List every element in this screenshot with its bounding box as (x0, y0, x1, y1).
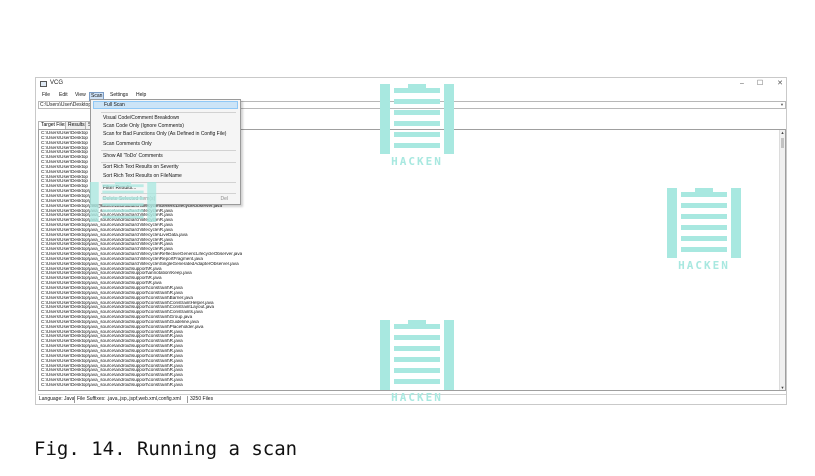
watermark-logo: HACKEN (378, 320, 456, 406)
menu-separator (101, 112, 236, 113)
watermark-bar (102, 196, 144, 200)
watermark-icon (380, 320, 454, 390)
watermark-bar (394, 99, 440, 104)
menu-item-scan-bad-functions[interactable]: Scan for Bad Functions Only (As Defined … (93, 130, 238, 138)
watermark-bar (408, 84, 426, 88)
scrollbar-thumb[interactable] (781, 138, 784, 148)
watermark-bar (102, 209, 144, 213)
watermark-logo: HACKEN (665, 188, 743, 274)
watermark-icon (380, 84, 454, 154)
status-suffixes: File Suffixes: .java,.jsp,.jspf,web.xml,… (77, 396, 181, 402)
watermark-bar (380, 84, 390, 154)
watermark-bar (394, 132, 440, 137)
scroll-down-icon[interactable]: ▼ (780, 385, 785, 390)
maximize-icon[interactable]: ☐ (754, 79, 766, 89)
status-divider (74, 396, 75, 403)
watermark-text: HACKEN (678, 259, 730, 272)
close-icon[interactable]: ✕ (774, 79, 786, 89)
watermark-text: HACKEN (391, 155, 443, 168)
watermark-bar (102, 203, 144, 206)
menu-item-visual-breakdown[interactable]: Visual Code/Comment Breakdown (93, 114, 238, 122)
menu-settings[interactable]: Settings (109, 92, 129, 99)
window-title: VCG (50, 80, 64, 86)
scroll-up-icon[interactable]: ▲ (780, 130, 785, 135)
watermark-bar (394, 335, 440, 340)
watermark-bar (380, 320, 390, 390)
watermark-bar (114, 182, 132, 185)
watermark-bar (394, 346, 440, 351)
watermark-bar (681, 247, 727, 252)
watermark-bar (394, 368, 440, 373)
watermark-bar (147, 182, 157, 222)
menu-file[interactable]: File (41, 92, 51, 99)
menu-item-shortcut: Del (220, 196, 228, 202)
watermark-bar (394, 88, 440, 93)
watermark-bar (667, 188, 677, 258)
menu-item-scan-code-only[interactable]: Scan Code Only (Ignore Comments) (93, 122, 238, 130)
watermark-bar (394, 143, 440, 148)
menu-edit[interactable]: Edit (58, 92, 69, 99)
watermark-bar (681, 203, 727, 208)
watermark-bar (681, 236, 727, 241)
menu-item-show-todo[interactable]: Show All 'ToDo' Comments (93, 152, 238, 160)
watermark-icon (667, 188, 741, 258)
watermark-bar (394, 357, 440, 362)
scrollbar[interactable]: ▲ ▼ (779, 130, 785, 390)
watermark-bar (394, 379, 440, 384)
watermark-bar (444, 320, 454, 390)
watermark-bar (695, 188, 713, 192)
app-icon (40, 81, 47, 87)
menu-item-scan-comments-only[interactable]: Scan Comments Only (93, 140, 238, 148)
watermark-bar (394, 110, 440, 115)
menu-item-full-scan[interactable]: Full Scan (93, 101, 238, 109)
status-language: Language: Java (39, 396, 75, 402)
watermark-text: HACKEN (391, 391, 443, 404)
menu-view[interactable]: View (74, 92, 87, 99)
watermark-icon (89, 182, 157, 222)
file-list-row[interactable]: C:\Users\User\Desktop\java_source\androi… (41, 383, 242, 388)
target-path-value: C:\Users\User\Desktop\ja (40, 102, 97, 108)
watermark-bar (408, 320, 426, 324)
watermark-bar (444, 84, 454, 154)
watermark-logo (88, 182, 158, 222)
minimize-icon[interactable]: – (736, 79, 748, 89)
menu-separator (101, 150, 236, 151)
figure-caption: Fig. 14. Running a scan (34, 438, 298, 460)
watermark-bar (102, 215, 144, 219)
watermark-bar (731, 188, 741, 258)
watermark-bar (681, 214, 727, 219)
watermark-bar (89, 182, 99, 222)
watermark-bar (681, 192, 727, 197)
menu-item-sort-filename[interactable]: Sort Rich Text Results on FileName (93, 172, 238, 180)
watermark-logo: HACKEN (378, 84, 456, 170)
watermark-bar (102, 190, 144, 194)
watermark-bar (102, 184, 144, 188)
status-divider (187, 396, 188, 403)
watermark-bar (394, 324, 440, 329)
chevron-down-icon[interactable]: ▼ (780, 102, 784, 108)
menu-help[interactable]: Help (135, 92, 147, 99)
watermark-bar (681, 225, 727, 230)
status-file-count: 3250 Files (190, 396, 214, 402)
watermark-bar (394, 121, 440, 126)
menu-item-sort-severity[interactable]: Sort Rich Text Results on Severity (93, 163, 238, 171)
